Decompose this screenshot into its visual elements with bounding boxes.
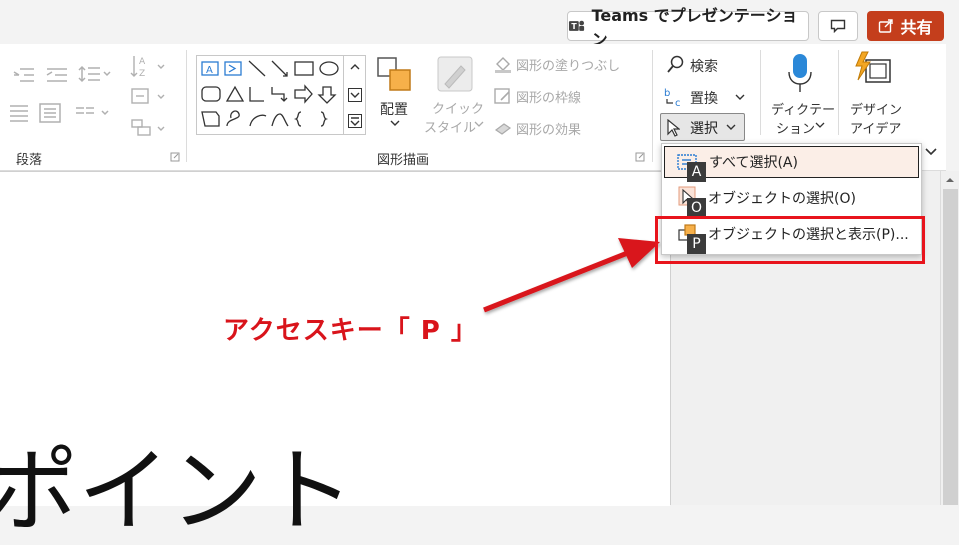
select-all-label: すべて選択(A) (709, 155, 798, 171)
annotation-text: アクセスキー「 P 」 (223, 316, 478, 346)
keytip-a: A (687, 162, 706, 182)
highlight-box (655, 216, 925, 264)
keytip-o: O (687, 198, 706, 218)
select-objects-label: オブジェクトの選択(O) (708, 191, 856, 207)
